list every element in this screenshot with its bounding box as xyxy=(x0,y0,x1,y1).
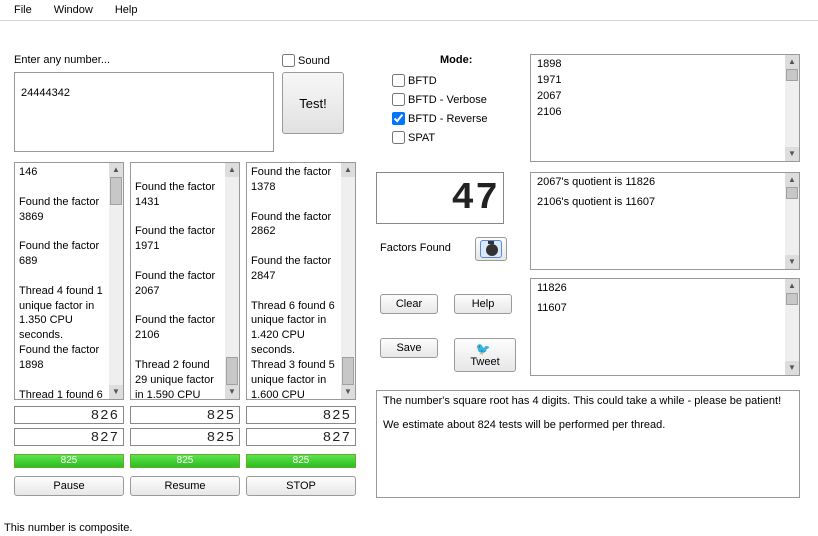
thread2-lcd2: 825 xyxy=(130,428,240,446)
list-item[interactable]: 2106's quotient is 11607 xyxy=(531,194,785,210)
status-bar: This number is composite. xyxy=(4,522,132,534)
thread3-progress: 825 xyxy=(246,454,356,468)
mode-label: Mode: xyxy=(440,54,472,66)
factors-list[interactable]: 1898197120672106 ▲ ▼ xyxy=(530,54,800,162)
scrollbar[interactable]: ▲▼ xyxy=(785,173,799,269)
scroll-up-icon[interactable]: ▲ xyxy=(109,163,123,177)
mode-spat-checkbox[interactable] xyxy=(392,131,405,144)
scrollbar[interactable]: ▲▼ xyxy=(225,163,239,399)
scroll-down-icon[interactable]: ▼ xyxy=(341,385,355,399)
thread2-progress: 825 xyxy=(130,454,240,468)
scroll-thumb[interactable] xyxy=(110,177,122,205)
list-item[interactable]: 1898 xyxy=(531,56,785,72)
scroll-down-icon[interactable]: ▼ xyxy=(225,385,239,399)
list-item[interactable]: 1971 xyxy=(531,72,785,88)
thread1-text: 146 Found the factor 3869 Found the fact… xyxy=(15,163,109,399)
list-item[interactable]: 2067's quotient is 11826 xyxy=(531,174,785,190)
help-button[interactable]: Help xyxy=(454,294,512,314)
list-item[interactable]: 11826 xyxy=(531,280,785,296)
factors-count-display: 47 xyxy=(376,172,504,224)
menu-file[interactable]: File xyxy=(4,2,42,18)
twitter-icon: 🐦 xyxy=(476,342,491,356)
mode-bftd-reverse-label: BFTD - Reverse xyxy=(408,113,487,125)
scrollbar[interactable]: ▲▼ xyxy=(109,163,123,399)
quotients-list[interactable]: 2067's quotient is 11826 2106's quotient … xyxy=(530,172,800,270)
save-button[interactable]: Save xyxy=(380,338,438,358)
scroll-down-icon[interactable]: ▼ xyxy=(109,385,123,399)
test-button[interactable]: Test! xyxy=(282,72,344,134)
scroll-down-icon[interactable]: ▼ xyxy=(785,255,799,269)
mode-bftd-label: BFTD xyxy=(408,75,437,87)
menu-window[interactable]: Window xyxy=(44,2,103,18)
scroll-thumb[interactable] xyxy=(786,69,798,81)
thread2-text: Found the factor 1431 Found the factor 1… xyxy=(131,163,225,399)
sound-checkbox-row: Sound xyxy=(282,54,330,67)
sound-label: Sound xyxy=(298,55,330,67)
mode-bftd-verbose-label: BFTD - Verbose xyxy=(408,94,487,106)
info-text: The number's square root has 4 digits. T… xyxy=(376,390,800,498)
thread1-progress: 825 xyxy=(14,454,124,468)
stop-button[interactable]: STOP xyxy=(246,476,356,496)
scroll-thumb[interactable] xyxy=(342,357,354,385)
menubar: File Window Help xyxy=(0,0,818,21)
thread3-text: Found the factor 1378 Found the factor 2… xyxy=(247,163,341,399)
scrollbar[interactable]: ▲▼ xyxy=(341,163,355,399)
thread3-output[interactable]: Found the factor 1378 Found the factor 2… xyxy=(246,162,356,400)
scrollbar[interactable]: ▲ ▼ xyxy=(785,55,799,161)
scroll-up-icon[interactable]: ▲ xyxy=(225,163,239,177)
thread3-lcd2: 827 xyxy=(246,428,356,446)
number-input-value: 24444342 xyxy=(21,87,267,99)
mode-bftd-verbose-checkbox[interactable] xyxy=(392,93,405,106)
scroll-up-icon[interactable]: ▲ xyxy=(785,279,799,293)
thread1-output[interactable]: 146 Found the factor 3869 Found the fact… xyxy=(14,162,124,400)
scroll-thumb[interactable] xyxy=(226,357,238,385)
pause-button[interactable]: Pause xyxy=(14,476,124,496)
thread2-lcd1: 825 xyxy=(130,406,240,424)
clear-button[interactable]: Clear xyxy=(380,294,438,314)
list-item[interactable]: 11607 xyxy=(531,300,785,316)
tweet-label: Tweet xyxy=(470,356,499,368)
scrollbar[interactable]: ▲▼ xyxy=(785,279,799,375)
results-list[interactable]: 1182611607 ▲▼ xyxy=(530,278,800,376)
mode-spat-label: SPAT xyxy=(408,132,435,144)
sound-checkbox[interactable] xyxy=(282,54,295,67)
menu-help[interactable]: Help xyxy=(105,2,148,18)
resume-button[interactable]: Resume xyxy=(130,476,240,496)
input-label: Enter any number... xyxy=(14,54,110,66)
thread2-output[interactable]: Found the factor 1431 Found the factor 1… xyxy=(130,162,240,400)
screenshot-button[interactable] xyxy=(475,237,507,261)
scroll-up-icon[interactable]: ▲ xyxy=(785,173,799,187)
scroll-up-icon[interactable]: ▲ xyxy=(341,163,355,177)
factors-found-label: Factors Found xyxy=(380,242,451,254)
scroll-thumb[interactable] xyxy=(786,293,798,305)
scroll-up-icon[interactable]: ▲ xyxy=(785,55,799,69)
scroll-down-icon[interactable]: ▼ xyxy=(785,361,799,375)
thread3-lcd1: 825 xyxy=(246,406,356,424)
camera-icon xyxy=(480,240,502,258)
tweet-button[interactable]: 🐦Tweet xyxy=(454,338,516,372)
scroll-down-icon[interactable]: ▼ xyxy=(785,147,799,161)
scroll-thumb[interactable] xyxy=(786,187,798,199)
mode-bftd-checkbox[interactable] xyxy=(392,74,405,87)
thread1-lcd1: 826 xyxy=(14,406,124,424)
list-item[interactable]: 2106 xyxy=(531,104,785,120)
number-input[interactable]: 24444342 xyxy=(14,72,274,152)
thread1-lcd2: 827 xyxy=(14,428,124,446)
mode-bftd-reverse-checkbox[interactable] xyxy=(392,112,405,125)
list-item[interactable]: 2067 xyxy=(531,88,785,104)
